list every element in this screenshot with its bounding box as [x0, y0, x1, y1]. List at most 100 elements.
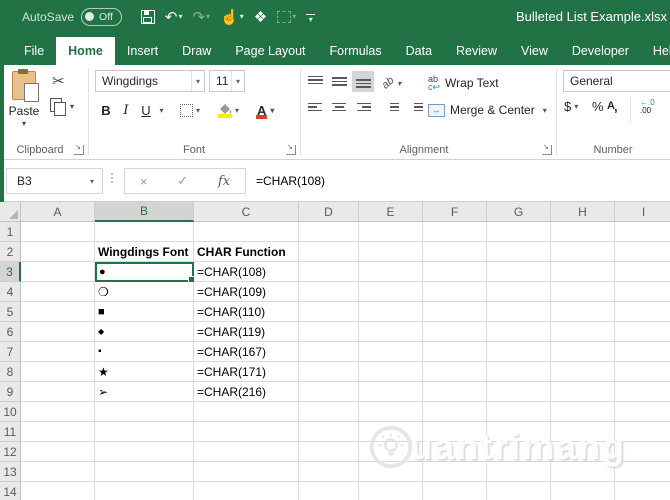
cell-I13[interactable]: [615, 462, 670, 482]
row-header-12[interactable]: 12: [0, 442, 21, 462]
chevron-down-icon[interactable]: ▾: [397, 79, 401, 88]
bottom-align-button[interactable]: [352, 71, 374, 92]
column-header-I[interactable]: I: [615, 202, 670, 222]
cell-E11[interactable]: [359, 422, 423, 442]
cell-G11[interactable]: [487, 422, 551, 442]
wrap-text-button[interactable]: ab c↩ Wrap Text: [428, 75, 499, 92]
chevron-down-icon[interactable]: ▾: [270, 106, 274, 115]
cell-I1[interactable]: [615, 222, 670, 242]
cell-G6[interactable]: [487, 322, 551, 342]
cell-A12[interactable]: [21, 442, 95, 462]
font-color-button[interactable]: A ▾: [256, 99, 274, 121]
column-header-H[interactable]: H: [551, 202, 615, 222]
column-header-B[interactable]: B: [95, 202, 194, 222]
diagram-button[interactable]: ❖: [251, 6, 270, 28]
row-header-8[interactable]: 8: [0, 362, 21, 382]
cell-H9[interactable]: [551, 382, 615, 402]
tab-file[interactable]: File: [12, 37, 56, 65]
cell-E9[interactable]: [359, 382, 423, 402]
cell-H6[interactable]: [551, 322, 615, 342]
align-center-button[interactable]: [328, 98, 350, 119]
cell-E6[interactable]: [359, 322, 423, 342]
cell-A14[interactable]: [21, 482, 95, 500]
cell-F7[interactable]: [423, 342, 487, 362]
column-header-E[interactable]: E: [359, 202, 423, 222]
column-header-A[interactable]: A: [21, 202, 95, 222]
cell-D14[interactable]: [299, 482, 359, 500]
cell-A7[interactable]: [21, 342, 95, 362]
autosave-toggle[interactable]: Off: [81, 7, 122, 26]
cell-D9[interactable]: [299, 382, 359, 402]
paste-button[interactable]: Paste ▾: [6, 69, 42, 137]
chevron-down-icon[interactable]: ▾: [235, 106, 239, 115]
cell-G5[interactable]: [487, 302, 551, 322]
cut-button[interactable]: ✂: [52, 72, 65, 90]
clipboard-dialog-launcher[interactable]: ↘: [74, 144, 84, 155]
cell-C5[interactable]: =CHAR(110): [194, 302, 299, 322]
cell-H14[interactable]: [551, 482, 615, 500]
cell-D12[interactable]: [299, 442, 359, 462]
cell-G14[interactable]: [487, 482, 551, 500]
cell-A9[interactable]: [21, 382, 95, 402]
cell-F14[interactable]: [423, 482, 487, 500]
redo-button[interactable]: ↷ ▾: [189, 6, 213, 28]
insert-function-button[interactable]: fx: [218, 174, 230, 189]
chevron-down-icon[interactable]: ▾: [178, 12, 182, 21]
cell-B2[interactable]: Wingdings Font: [95, 242, 194, 262]
row-header-9[interactable]: 9: [0, 382, 21, 402]
cell-E14[interactable]: [359, 482, 423, 500]
copy-button[interactable]: [50, 98, 66, 116]
enter-button[interactable]: ✓: [177, 173, 188, 189]
row-header-10[interactable]: 10: [0, 402, 21, 422]
row-header-11[interactable]: 11: [0, 422, 21, 442]
cell-F13[interactable]: [423, 462, 487, 482]
cell-F4[interactable]: [423, 282, 487, 302]
cell-B7[interactable]: ▪: [95, 342, 194, 362]
chevron-down-icon[interactable]: ▾: [574, 102, 578, 111]
cell-F9[interactable]: [423, 382, 487, 402]
underline-button[interactable]: U: [138, 99, 154, 121]
cell-E1[interactable]: [359, 222, 423, 242]
cell-G12[interactable]: [487, 442, 551, 462]
cell-E13[interactable]: [359, 462, 423, 482]
chevron-down-icon[interactable]: ▾: [230, 71, 244, 91]
cell-D11[interactable]: [299, 422, 359, 442]
cell-F12[interactable]: [423, 442, 487, 462]
cell-I8[interactable]: [615, 362, 670, 382]
comma-style-button[interactable]: ,: [614, 99, 618, 114]
cell-H8[interactable]: [551, 362, 615, 382]
chevron-down-icon[interactable]: ▾: [240, 12, 244, 21]
column-header-C[interactable]: C: [194, 202, 299, 222]
cell-I7[interactable]: [615, 342, 670, 362]
chevron-down-icon[interactable]: ▾: [90, 177, 102, 186]
cell-H1[interactable]: [551, 222, 615, 242]
cell-A3[interactable]: [21, 262, 95, 282]
row-header-6[interactable]: 6: [0, 322, 21, 342]
tab-help[interactable]: Help: [641, 37, 670, 65]
number-format-combo[interactable]: General: [563, 70, 670, 92]
cell-E4[interactable]: [359, 282, 423, 302]
cell-A6[interactable]: [21, 322, 95, 342]
cell-E2[interactable]: [359, 242, 423, 262]
cell-B12[interactable]: [95, 442, 194, 462]
cell-H7[interactable]: [551, 342, 615, 362]
cell-F1[interactable]: [423, 222, 487, 242]
cell-E12[interactable]: [359, 442, 423, 462]
font-name-combo[interactable]: Wingdings ▾: [95, 70, 205, 92]
cancel-button[interactable]: ×: [140, 174, 148, 189]
tab-review[interactable]: Review: [444, 37, 509, 65]
cell-E7[interactable]: [359, 342, 423, 362]
cell-C6[interactable]: =CHAR(119): [194, 322, 299, 342]
undo-button[interactable]: ↶ ▾: [162, 6, 186, 28]
cell-I3[interactable]: [615, 262, 670, 282]
orientation-button[interactable]: ab ▾: [380, 72, 402, 94]
cell-H2[interactable]: [551, 242, 615, 262]
row-header-2[interactable]: 2: [0, 242, 21, 262]
cell-D10[interactable]: [299, 402, 359, 422]
cell-D1[interactable]: [299, 222, 359, 242]
cell-E3[interactable]: [359, 262, 423, 282]
row-header-14[interactable]: 14: [0, 482, 21, 500]
cell-D3[interactable]: [299, 262, 359, 282]
name-box[interactable]: B3 ▾: [6, 168, 103, 194]
cell-C9[interactable]: =CHAR(216): [194, 382, 299, 402]
